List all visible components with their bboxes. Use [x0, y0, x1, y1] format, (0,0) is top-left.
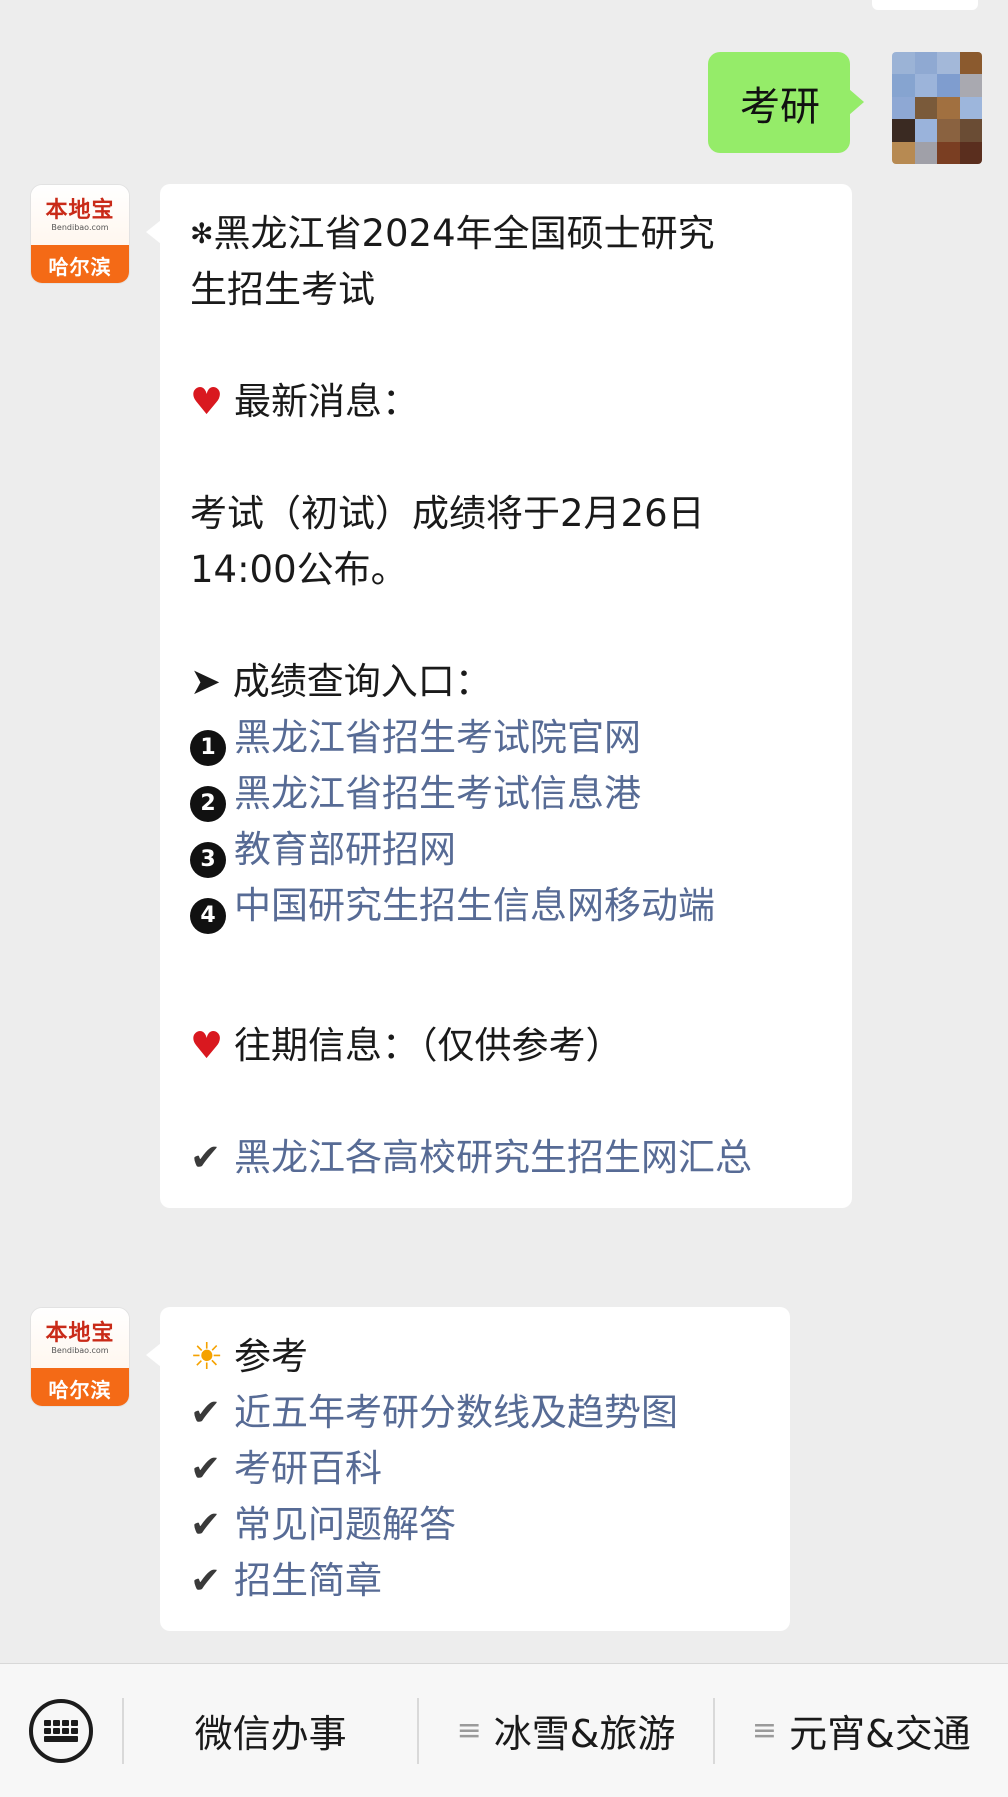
- score-query-heading: ➤ 成绩查询入口：: [190, 660, 492, 703]
- link-kaoyan-encyclopedia[interactable]: 考研百科: [234, 1447, 382, 1490]
- link-hlj-exam-info-port[interactable]: 黑龙江省招生考试信息港: [234, 772, 641, 815]
- heart-icon: ♥: [190, 380, 224, 423]
- user-avatar[interactable]: [892, 52, 982, 164]
- bendibao-logo-area: 本地宝 Bendibao.com: [31, 1308, 129, 1368]
- latest-news-heading: 最新消息：: [234, 380, 419, 423]
- bendibao-domain: Bendibao.com: [51, 222, 109, 232]
- message-title-line2: 生招生考试: [190, 268, 375, 311]
- menu-lines-icon: ≡: [456, 1713, 482, 1748]
- link-score-lines-trend[interactable]: 近五年考研分数线及趋势图: [234, 1391, 678, 1434]
- link-moe-yanzhao[interactable]: 教育部研招网: [234, 828, 456, 871]
- keyboard-toggle-button[interactable]: [0, 1664, 122, 1797]
- bendibao-avatar[interactable]: 本地宝 Bendibao.com 哈尔滨: [30, 1307, 130, 1407]
- bendibao-city-badge: 哈尔滨: [31, 245, 129, 283]
- bottom-menu-bar: 微信办事 ≡ 冰雪&旅游 ≡ 元宵&交通: [0, 1663, 1008, 1797]
- top-partial-element: [872, 0, 978, 10]
- check-icon: ✔: [190, 1136, 222, 1179]
- bendibao-logo: 本地宝: [45, 1319, 115, 1346]
- past-info-heading: 往期信息：（仅供参考）: [234, 1024, 623, 1067]
- number-badge-3: 3: [190, 842, 226, 878]
- check-icon: ✔: [190, 1559, 222, 1602]
- number-badge-1: 1: [190, 730, 226, 766]
- link-faq[interactable]: 常见问题解答: [234, 1503, 456, 1546]
- message-title-line1: 黑龙江省2024年全国硕士研究: [213, 212, 715, 255]
- reference-heading: 参考: [234, 1335, 308, 1378]
- bendibao-domain: Bendibao.com: [51, 1345, 109, 1355]
- check-icon: ✔: [190, 1503, 222, 1546]
- menu-item-lantern-traffic[interactable]: ≡ 元宵&交通: [715, 1664, 1008, 1797]
- link-hlj-exam-authority[interactable]: 黑龙江省招生考试院官网: [234, 716, 641, 759]
- outgoing-message-row: 考研: [708, 52, 982, 164]
- bendibao-logo: 本地宝: [45, 196, 115, 223]
- heart-icon: ♥: [190, 1024, 224, 1067]
- number-badge-2: 2: [190, 786, 226, 822]
- menu-item-label: 冰雪&旅游: [493, 1712, 676, 1756]
- keyboard-icon: [29, 1698, 93, 1763]
- link-admission-brochure[interactable]: 招生简章: [234, 1559, 382, 1602]
- outgoing-message-text: 考研: [740, 83, 820, 130]
- news-text-line1: 考试（初试）成绩将于2月26日: [190, 492, 705, 535]
- menu-item-ice-snow-travel[interactable]: ≡ 冰雪&旅游: [419, 1664, 712, 1797]
- bendibao-city-badge: 哈尔滨: [31, 1368, 129, 1406]
- number-badge-4: 4: [190, 898, 226, 934]
- snowflake-icon: ✻: [190, 217, 214, 250]
- bendibao-logo-area: 本地宝 Bendibao.com: [31, 185, 129, 245]
- link-chsi-mobile[interactable]: 中国研究生招生信息网移动端: [234, 884, 715, 927]
- check-icon: ✔: [190, 1391, 222, 1434]
- check-icon: ✔: [190, 1447, 222, 1490]
- bendibao-avatar[interactable]: 本地宝 Bendibao.com 哈尔滨: [30, 184, 130, 284]
- menu-item-label: 微信办事: [194, 1712, 347, 1756]
- incoming-message-bubble: ✻黑龙江省2024年全国硕士研究 生招生考试 ♥ 最新消息： 考试（初试）成绩将于…: [146, 184, 852, 1208]
- outgoing-message-bubble[interactable]: 考研: [708, 52, 864, 153]
- link-hlj-universities-summary[interactable]: 黑龙江各高校研究生招生网汇总: [234, 1136, 752, 1179]
- sun-icon: ☀: [190, 1335, 224, 1378]
- news-text-line2: 14:00公布。: [190, 548, 408, 591]
- menu-item-label: 元宵&交通: [789, 1712, 971, 1756]
- incoming-message-bubble: ☀ 参考 ✔ 近五年考研分数线及趋势图 ✔ 考研百科 ✔ 常见问题解答 ✔ 招生简章: [146, 1307, 790, 1631]
- menu-item-wechat-services[interactable]: 微信办事: [124, 1664, 417, 1797]
- menu-lines-icon: ≡: [751, 1713, 778, 1748]
